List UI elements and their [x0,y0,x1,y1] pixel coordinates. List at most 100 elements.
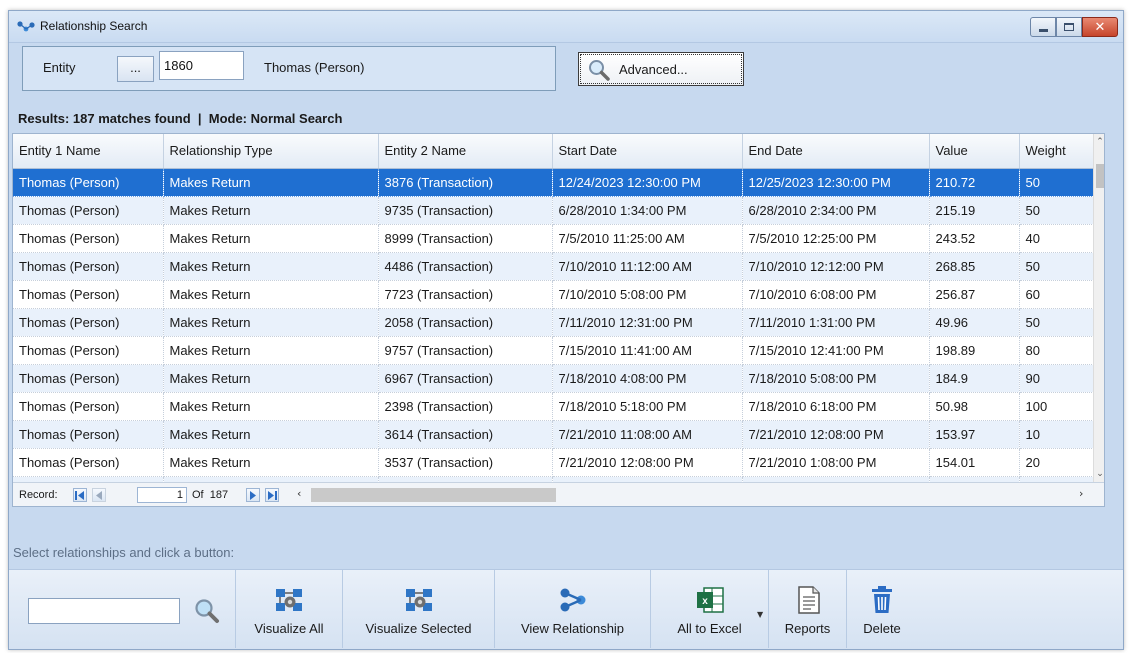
table-cell: 7723 (Transaction) [378,280,553,309]
column-header[interactable]: Entity 2 Name [378,134,553,169]
table-cell: 7/10/2010 11:12:00 AM [552,252,743,281]
table-cell: 50 [1019,252,1094,281]
table-cell: 60 [1019,280,1094,309]
reports-button[interactable]: Reports [769,570,847,648]
next-record-button[interactable] [246,488,260,502]
advanced-button[interactable]: Advanced... [578,52,744,86]
record-label: Record: [19,489,58,501]
table-row[interactable]: Thomas (Person) Makes Return 3614 (Transac… [13,420,1094,449]
minimize-button[interactable] [1030,17,1056,37]
scroll-thumb[interactable] [1096,164,1104,188]
browse-entity-button[interactable]: ... [117,56,154,82]
table-cell: 153.97 [929,420,1020,449]
table-row[interactable]: Thomas (Person) Makes Return 9757 (Transac… [13,336,1094,365]
visualize-selected-button[interactable]: Visualize Selected [343,570,495,648]
previous-record-icon [96,490,102,500]
table-cell: 6/28/2010 1:34:00 PM [552,196,743,225]
svg-text:x: x [702,596,708,607]
table-row[interactable]: Thomas (Person) Makes Return 2058 (Transac… [13,308,1094,337]
first-record-icon [75,490,84,500]
table-cell: Thomas (Person) [13,392,164,421]
table-cell: Thomas (Person) [13,364,164,393]
table-row[interactable]: Thomas (Person) Makes Return 7723 (Transac… [13,280,1094,309]
table-cell: 7/18/2010 4:08:00 PM [552,364,743,393]
table-cell: 20 [1019,448,1094,477]
table-cell: 50.98 [929,392,1020,421]
search-icon[interactable] [192,596,220,624]
header-row: Entity 1 Name Relationship Type Entity 2 N… [13,134,1094,169]
table-cell: 100 [1019,392,1094,421]
column-header[interactable]: Value [929,134,1020,169]
maximize-button[interactable] [1056,17,1082,37]
table-cell: 12/24/2023 12:30:00 PM [552,168,743,197]
visualize-all-icon [276,589,302,611]
table-cell: 7/5/2010 12:25:00 PM [742,224,930,253]
table-cell: Makes Return [163,224,379,253]
table-row[interactable]: Thomas (Person) Makes Return 9735 (Transac… [13,196,1094,225]
table-cell: 7/15/2010 12:41:00 PM [742,336,930,365]
table-row-selected[interactable]: Thomas (Person) Makes Return 3876 (Transac… [13,168,1094,197]
table-cell: 7/21/2010 11:08:00 AM [552,420,743,449]
column-header[interactable]: Weight [1019,134,1094,169]
first-record-button[interactable] [73,488,87,502]
horizontal-scroll-thumb[interactable] [311,488,556,502]
entity-selector: Entity ... Thomas (Person) [22,46,556,91]
table-cell: Makes Return [163,392,379,421]
entity-label: Entity [43,60,76,75]
table-cell: 154.01 [929,448,1020,477]
table-row[interactable]: Thomas (Person) Makes Return 4486 (Transac… [13,252,1094,281]
table-cell: Thomas (Person) [13,448,164,477]
all-to-excel-button[interactable]: x All to Excel [651,570,769,648]
vertical-scrollbar[interactable]: ⌃ ⌄ [1093,134,1104,482]
visualize-all-label: Visualize All [254,621,324,636]
last-record-icon [268,490,277,500]
table-cell: 6967 (Transaction) [378,364,553,393]
window-title: Relationship Search [40,19,148,33]
table-cell: Makes Return [163,168,379,197]
table-row[interactable]: Thomas (Person) Makes Return 6967 (Transac… [13,364,1094,393]
column-header[interactable]: Relationship Type [163,134,379,169]
title-bar: Relationship Search ✕ [9,11,1123,43]
table-cell: Makes Return [163,420,379,449]
table-cell: 7/18/2010 6:18:00 PM [742,392,930,421]
excel-dropdown-icon[interactable]: ▼ [757,610,763,619]
close-icon: ✕ [1094,19,1106,35]
table-row[interactable]: Thomas (Person) Makes Return 2398 (Transac… [13,392,1094,421]
table-cell: 3537 (Transaction) [378,448,553,477]
scroll-right-icon[interactable]: › [1079,487,1083,500]
table-cell: Makes Return [163,336,379,365]
visualize-all-button[interactable]: Visualize All [235,570,343,648]
entity-id-input[interactable] [159,51,244,80]
record-number-input[interactable]: 1 [137,487,187,503]
relationship-icon [17,21,35,32]
table-row[interactable]: Thomas (Person) Makes Return 3537 (Transac… [13,448,1094,477]
last-record-button[interactable] [265,488,279,502]
column-header[interactable]: End Date [742,134,930,169]
visualize-selected-icon [405,589,432,611]
results-table: Entity 1 Name Relationship Type Entity 2 N… [13,134,1094,505]
column-header[interactable]: Entity 1 Name [13,134,164,169]
table-cell: Thomas (Person) [13,252,164,281]
view-relationship-button[interactable]: View Relationship [495,570,651,648]
close-button[interactable]: ✕ [1082,17,1118,37]
quick-search-input[interactable] [28,598,180,624]
table-cell: Makes Return [163,252,379,281]
column-header[interactable]: Start Date [552,134,743,169]
all-to-excel-label: All to Excel [677,621,742,636]
table-cell: 7/10/2010 6:08:00 PM [742,280,930,309]
table-cell: 268.85 [929,252,1020,281]
delete-button[interactable]: Delete [847,570,917,648]
table-cell: 50 [1019,168,1094,197]
table-cell: 6/28/2010 2:34:00 PM [742,196,930,225]
record-navigator: Record: 1 Of 187 ‹ › [13,482,1104,506]
previous-record-button[interactable] [92,488,106,502]
scroll-down-icon[interactable]: ⌄ [1094,468,1104,480]
table-cell: 90 [1019,364,1094,393]
table-row[interactable]: Thomas (Person) Makes Return 8999 (Transac… [13,224,1094,253]
magnifier-icon [589,60,610,81]
table-cell: 2058 (Transaction) [378,308,553,337]
results-grid: Entity 1 Name Relationship Type Entity 2 N… [12,133,1105,507]
scroll-up-icon[interactable]: ⌃ [1094,136,1104,148]
table-cell: 4486 (Transaction) [378,252,553,281]
scroll-left-icon[interactable]: ‹ [297,487,301,500]
